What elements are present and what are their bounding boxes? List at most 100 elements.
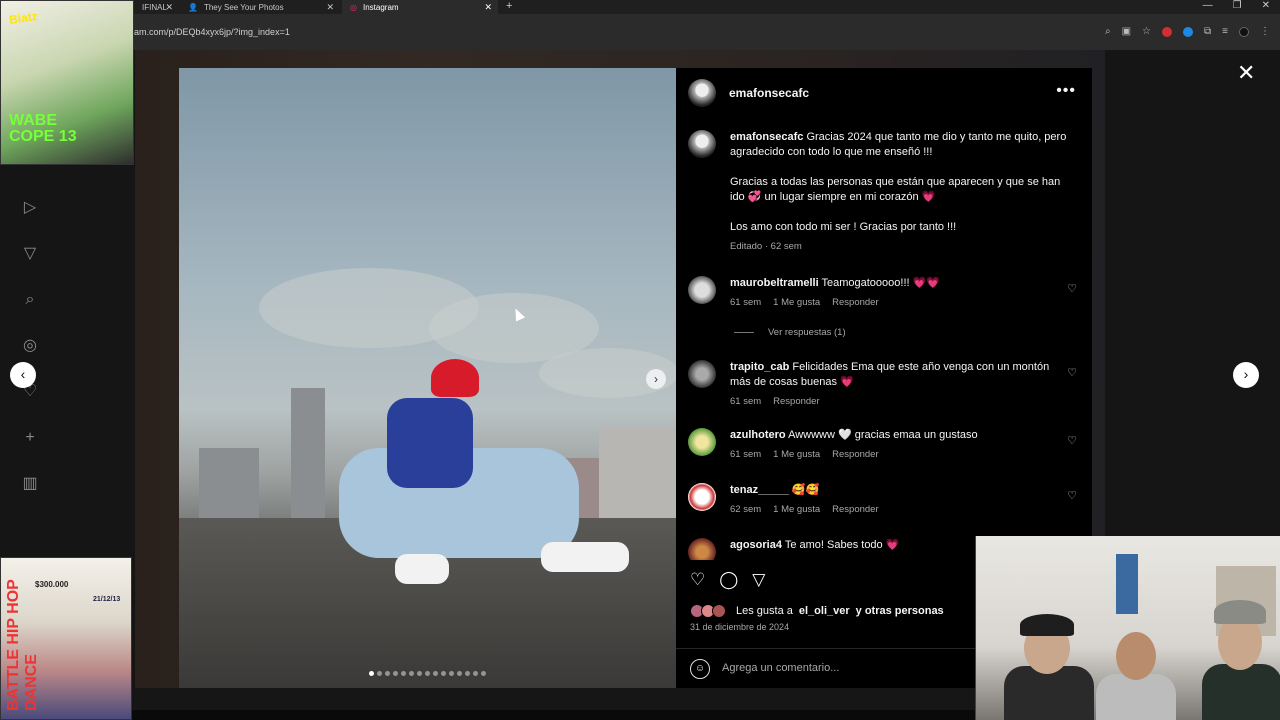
- comment-bubble-icon[interactable]: ◯: [719, 570, 738, 590]
- comment-text: Teamogatooooo!!! 💗💗: [821, 277, 941, 289]
- dashboard-icon[interactable]: ▥: [20, 474, 40, 494]
- author-username[interactable]: emafonsecafc: [729, 86, 809, 100]
- author-avatar[interactable]: [688, 130, 716, 158]
- view-replies[interactable]: Ver respuestas (1): [734, 327, 846, 338]
- carousel-dot: [417, 671, 422, 676]
- person-shirt: [387, 398, 473, 488]
- caption-meta: Editado · 62 sem: [730, 241, 802, 252]
- commenter-avatar[interactable]: [688, 360, 716, 388]
- comment-time: 61 sem: [730, 297, 762, 308]
- webcam-overlay: [975, 536, 1280, 720]
- carousel-dot: [401, 671, 406, 676]
- search-icon[interactable]: ⌕: [20, 290, 40, 310]
- post-date: 31 de diciembre de 2024: [690, 622, 790, 632]
- comment-input[interactable]: Agrega un comentario...: [722, 662, 839, 674]
- extensions-puzzle-icon[interactable]: ⧉: [1204, 26, 1211, 37]
- extension-blue-icon[interactable]: [1183, 26, 1194, 37]
- comment-likes[interactable]: 1 Me gusta: [773, 295, 820, 310]
- instagram-favicon-icon: ◎: [350, 2, 357, 12]
- close-tab-icon[interactable]: ✕: [484, 2, 492, 13]
- person-cap: [1020, 614, 1074, 636]
- reply-button[interactable]: Responder: [832, 502, 878, 517]
- commenter-avatar[interactable]: [688, 483, 716, 511]
- comment-username[interactable]: maurobeltramelli: [730, 277, 819, 289]
- comment-time: 61 sem: [730, 396, 762, 407]
- share-send-icon[interactable]: ▽: [752, 570, 765, 590]
- replies-divider: [734, 332, 754, 333]
- carousel-dot: [465, 671, 470, 676]
- more-options-icon[interactable]: •••: [1056, 82, 1076, 100]
- reply-button[interactable]: Responder: [832, 295, 878, 310]
- zoom-icon[interactable]: ⌕: [1105, 26, 1111, 37]
- likes-summary[interactable]: Les gusta a el_oli_ver y otras personas: [690, 604, 944, 618]
- commenter-avatar[interactable]: [688, 538, 716, 560]
- commenter-avatar[interactable]: [688, 276, 716, 304]
- commenter-avatar[interactable]: [688, 428, 716, 456]
- overlay-text: Biatz: [8, 9, 39, 27]
- caption-username[interactable]: emafonsecafc: [730, 131, 803, 143]
- comment-username[interactable]: azulhotero: [730, 429, 786, 441]
- comment-username[interactable]: tenaz_____: [730, 484, 789, 496]
- new-tab-icon[interactable]: +: [506, 0, 512, 12]
- url-text[interactable]: am.com/p/DEQb4xyx6jp/?img_index=1: [134, 27, 290, 37]
- reply-button[interactable]: Responder: [832, 447, 878, 462]
- comment-item: azulhotero Awwwww 🤍 gracias emaa un gust…: [688, 428, 1083, 468]
- direct-messages-icon[interactable]: ▽: [20, 244, 40, 264]
- person-head: [1116, 632, 1156, 680]
- bookmark-star-icon[interactable]: ☆: [1142, 26, 1151, 37]
- comment-username[interactable]: agosoria4: [730, 539, 782, 551]
- wall-poster: [1116, 554, 1138, 614]
- sneaker: [395, 554, 449, 584]
- likes-prefix: Les gusta a: [736, 605, 793, 617]
- browser-tab-3[interactable]: ◎ Instagram ✕: [342, 0, 498, 14]
- comment-item: maurobeltramelli Teamogatooooo!!! 💗💗 61 …: [688, 276, 1083, 320]
- profile-avatar-icon[interactable]: [1239, 26, 1249, 37]
- post-photo[interactable]: ›: [179, 68, 676, 688]
- browser-tab-1[interactable]: IFINAL ✕: [134, 0, 179, 14]
- close-tab-icon[interactable]: ✕: [326, 2, 334, 13]
- emoji-icon[interactable]: ☺: [690, 659, 710, 679]
- author-avatar[interactable]: [688, 79, 716, 107]
- extension-red-icon[interactable]: [1162, 26, 1173, 37]
- comment-username[interactable]: trapito_cab: [730, 361, 789, 373]
- sneaker: [541, 542, 629, 572]
- like-comment-icon[interactable]: ♡: [1067, 366, 1077, 379]
- caption-line: Gracias a todas las personas que están q…: [730, 176, 1061, 203]
- like-comment-icon[interactable]: ♡: [1067, 434, 1077, 447]
- previous-post-icon[interactable]: ‹: [10, 362, 36, 388]
- chrome-menu-icon[interactable]: ⋮: [1260, 26, 1270, 37]
- tab-label: They See Your Photos: [203, 2, 284, 12]
- minimize-icon[interactable]: —: [1203, 0, 1213, 11]
- create-plus-icon[interactable]: +: [20, 428, 40, 448]
- like-heart-icon[interactable]: ♡: [690, 570, 705, 590]
- comment-item: trapito_cab Felicidades Ema que este año…: [688, 360, 1083, 410]
- person-body: [1004, 666, 1094, 720]
- liker-avatar: [712, 604, 726, 618]
- carousel-dot: [377, 671, 382, 676]
- like-comment-icon[interactable]: ♡: [1067, 489, 1077, 502]
- view-replies-label[interactable]: Ver respuestas (1): [768, 327, 846, 338]
- comment-text: Awwwww 🤍 gracias emaa un gustaso: [788, 429, 978, 441]
- likes-suffix[interactable]: y otras personas: [856, 605, 944, 617]
- next-post-icon[interactable]: ›: [1233, 362, 1259, 388]
- comment-likes[interactable]: 1 Me gusta: [773, 447, 820, 462]
- close-tab-icon[interactable]: ✕: [165, 2, 173, 13]
- likes-user[interactable]: el_oli_ver: [799, 605, 850, 617]
- address-bar[interactable]: am.com/p/DEQb4xyx6jp/?img_index=1 ⌕ ▣ ☆ …: [0, 14, 1280, 50]
- comment-time: 62 sem: [730, 504, 762, 515]
- reply-button[interactable]: Responder: [773, 394, 819, 409]
- like-comment-icon[interactable]: ♡: [1067, 282, 1077, 295]
- browser-tab-2[interactable]: 👤 They See Your Photos ✕: [180, 0, 340, 14]
- carousel-next-icon[interactable]: ›: [646, 369, 666, 389]
- person-cap: [1214, 600, 1266, 624]
- cast-icon[interactable]: ▣: [1122, 26, 1131, 37]
- carousel-dot: [473, 671, 478, 676]
- close-modal-icon[interactable]: ✕: [1237, 60, 1255, 86]
- comment-likes[interactable]: 1 Me gusta: [773, 502, 820, 517]
- close-window-icon[interactable]: ✕: [1262, 0, 1270, 11]
- media-control-icon[interactable]: ≡: [1222, 26, 1228, 37]
- restore-icon[interactable]: ❐: [1233, 0, 1242, 11]
- explore-compass-icon[interactable]: ◎: [20, 336, 40, 356]
- stream-overlay-top-left: Biatz WABE COPE 13: [0, 0, 134, 165]
- reels-icon[interactable]: ▷: [20, 198, 40, 218]
